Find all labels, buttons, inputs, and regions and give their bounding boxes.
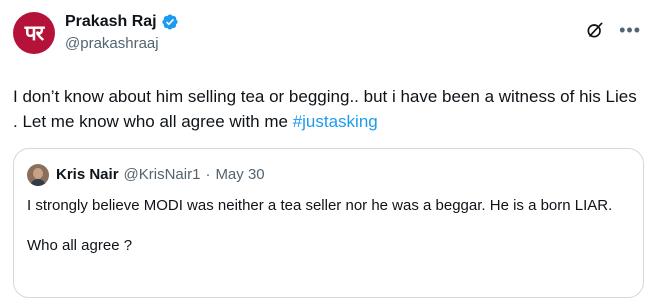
tweet-actions: ••• <box>585 20 641 40</box>
author-display-name[interactable]: Prakash Raj <box>65 13 157 31</box>
quoted-text: I strongly believe MODI was neither a te… <box>27 196 632 256</box>
quoted-separator: · <box>205 166 211 183</box>
more-icon[interactable]: ••• <box>619 21 641 39</box>
author-avatar[interactable]: पर <box>13 12 55 54</box>
quoted-text-line1: I strongly believe MODI was neither a te… <box>27 197 613 214</box>
author-avatar-logo: पर <box>24 20 45 45</box>
tweet-card[interactable]: पर Prakash Raj @prakashraaj ••• I don’t … <box>0 0 655 304</box>
avatar-face <box>33 168 43 179</box>
quoted-text-line2: Who all agree ? <box>27 237 133 254</box>
tweet-text: I don’t know about him selling tea or be… <box>13 84 643 134</box>
quoted-display-name[interactable]: Kris Nair <box>56 166 119 183</box>
hashtag-link[interactable]: #justasking <box>293 112 378 131</box>
grok-icon[interactable] <box>585 20 605 40</box>
quoted-header: Kris Nair @KrisNair1 · May 30 <box>56 166 265 183</box>
quoted-date[interactable]: May 30 <box>215 166 264 183</box>
quoted-tweet[interactable]: Kris Nair @KrisNair1 · May 30 I strongly… <box>13 148 644 298</box>
author-info: Prakash Raj @prakashraaj <box>65 11 179 52</box>
verified-badge-icon[interactable] <box>161 13 179 31</box>
avatar-body <box>30 179 46 186</box>
quoted-handle[interactable]: @KrisNair1 <box>124 166 201 183</box>
author-handle[interactable]: @prakashraaj <box>65 35 179 52</box>
quoted-author-avatar[interactable] <box>27 164 49 186</box>
